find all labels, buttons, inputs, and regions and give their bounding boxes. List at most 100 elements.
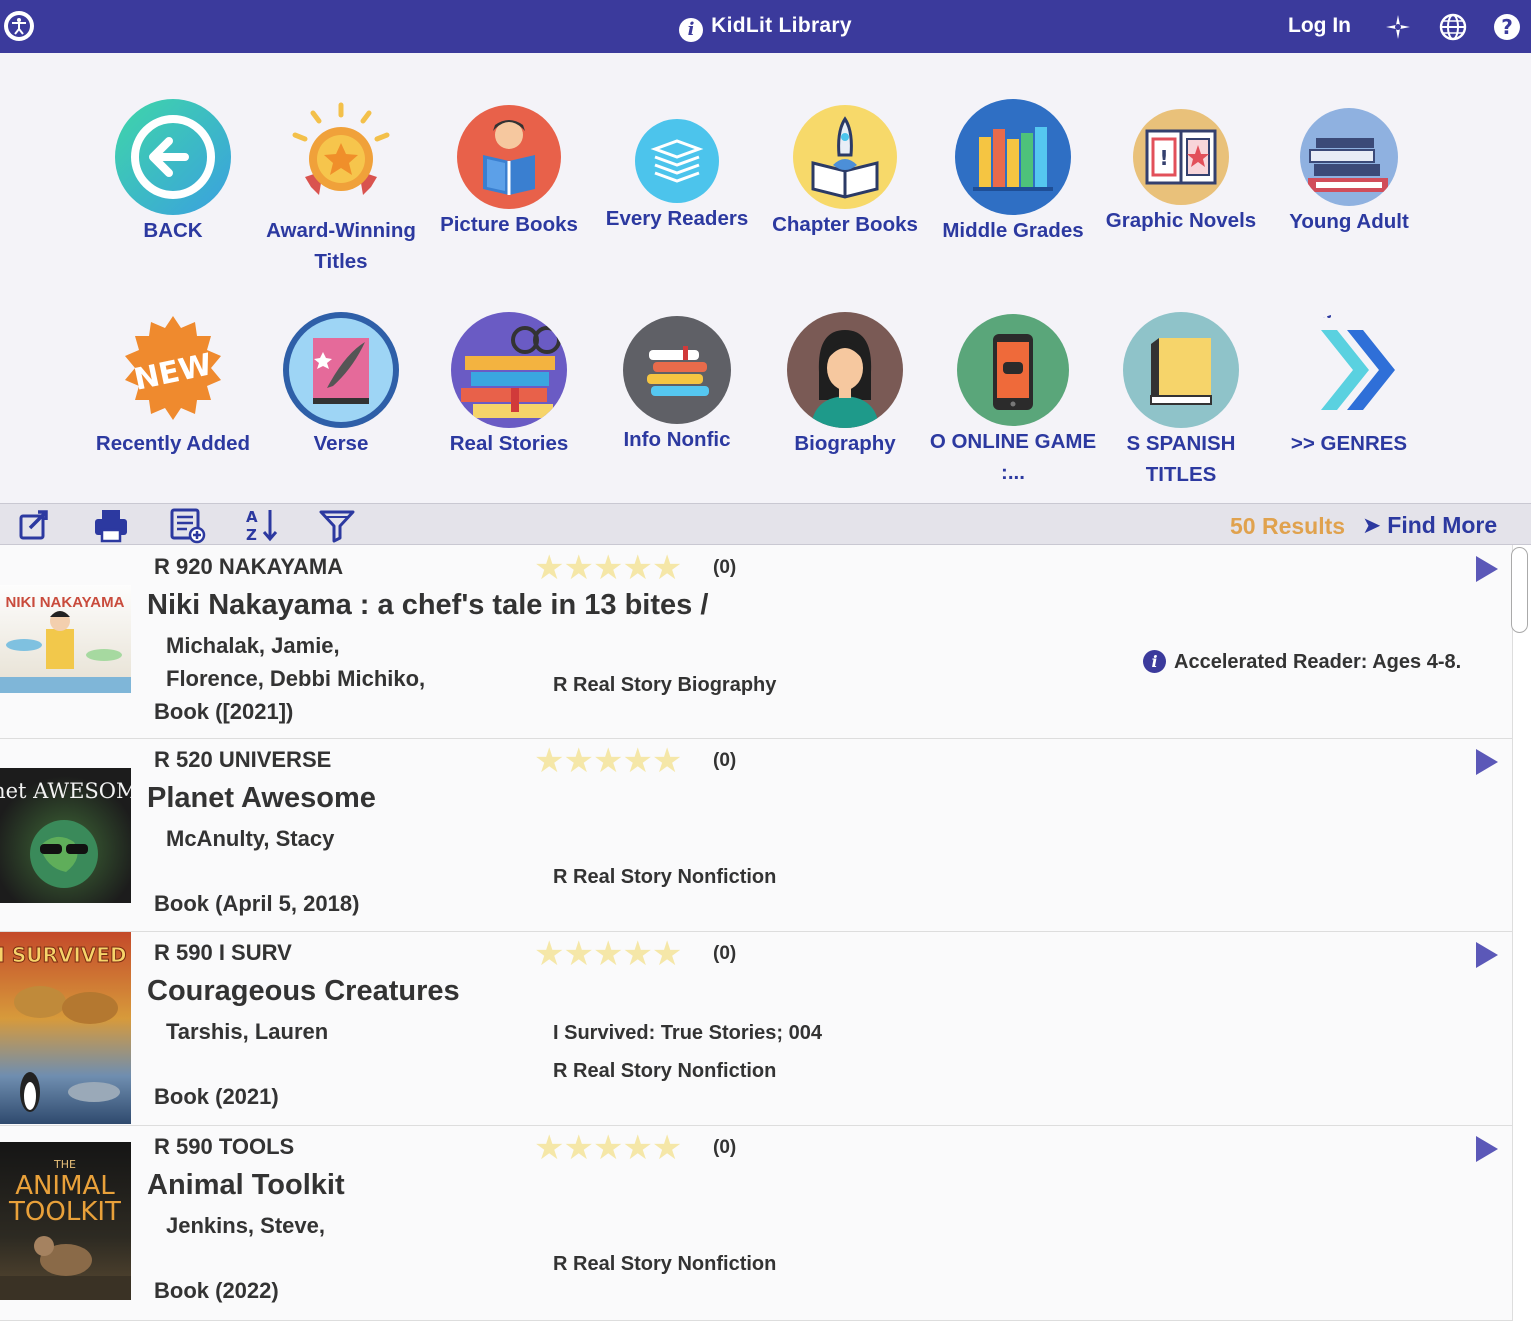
accelerated-reader-info[interactable]: i Accelerated Reader: Ages 4-8. xyxy=(1143,650,1461,674)
category-info-nonfic[interactable]: Info Nonfic xyxy=(593,312,761,455)
category-verse[interactable]: Verse xyxy=(257,312,425,459)
category-chapter-books[interactable]: Chapter Books xyxy=(761,99,929,240)
play-arrow-icon[interactable] xyxy=(1476,749,1498,775)
category-picture-books[interactable]: Picture Books xyxy=(425,99,593,240)
print-icon[interactable] xyxy=(92,506,130,544)
book-cover[interactable]: NIKI NAKAYAMA xyxy=(0,585,131,693)
comic-book-icon: ! xyxy=(1133,109,1229,205)
svg-text:!: ! xyxy=(1159,146,1168,170)
category-label: Real Stories xyxy=(449,432,569,455)
double-chevron-icon xyxy=(1291,312,1407,428)
stacked-books-icon xyxy=(1300,108,1398,206)
category-label: Graphic Novels xyxy=(1105,209,1257,232)
rocket-book-icon xyxy=(793,105,897,209)
category-genres[interactable]: >> GENRES xyxy=(1265,312,1433,459)
collection-label: R Real Story Nonfiction xyxy=(553,1060,777,1082)
category-label: Chapter Books xyxy=(772,213,918,236)
book-title[interactable]: Courageous Creatures xyxy=(147,975,460,1008)
author-name[interactable]: Florence, Debbi Michiko, xyxy=(166,662,425,695)
play-arrow-icon[interactable] xyxy=(1476,1136,1498,1162)
category-middle-grades[interactable]: Middle Grades xyxy=(929,99,1097,246)
child-reading-icon xyxy=(457,105,561,209)
book-title[interactable]: Niki Nakayama : a chef's tale in 13 bite… xyxy=(147,589,708,622)
rating-stars[interactable]: ★★★★★ xyxy=(534,551,682,585)
book-cover[interactable]: Planet AWESOME! xyxy=(0,768,131,903)
yellow-book-icon xyxy=(1123,312,1239,428)
category-label: Award-Winning Titles xyxy=(266,219,416,273)
call-number: R 590 I SURV xyxy=(154,940,292,965)
book-title[interactable]: Animal Toolkit xyxy=(147,1169,345,1202)
category-label: Verse xyxy=(313,432,369,455)
result-row[interactable]: NIKI NAKAYAMA R 920 NAKAYAMA ★★★★★ (0) N… xyxy=(0,545,1512,739)
add-list-icon[interactable] xyxy=(168,506,206,544)
category-graphic-novels[interactable]: ! Graphic Novels xyxy=(1097,99,1265,236)
phone-game-icon xyxy=(957,314,1069,426)
find-more-link[interactable]: ➤ Find More xyxy=(1362,512,1497,539)
author-name[interactable]: Michalak, Jamie, xyxy=(166,629,340,662)
info-books-icon xyxy=(623,316,731,424)
collection-label: R Real Story Nonfiction xyxy=(553,866,777,888)
author-name[interactable]: McAnulty, Stacy xyxy=(166,822,334,855)
rating-stars[interactable]: ★★★★★ xyxy=(534,744,682,778)
login-link[interactable]: Log In xyxy=(1288,14,1351,38)
top-bar: i KidLit Library Log In ? xyxy=(0,0,1531,53)
category-back[interactable]: BACK xyxy=(89,99,257,246)
globe-icon[interactable] xyxy=(1438,12,1468,42)
rating-count: (0) xyxy=(713,1137,737,1158)
result-row[interactable]: I SURVIVED R 590 I SURV ★★★★★ (0) Courag… xyxy=(0,932,1512,1126)
scrollbar-track[interactable] xyxy=(1512,545,1531,1321)
category-spanish-titles[interactable]: S SPANISH TITLES xyxy=(1097,312,1265,490)
info-icon[interactable]: i xyxy=(679,18,704,42)
category-real-stories[interactable]: Real Stories xyxy=(425,312,593,459)
series-label[interactable]: I Survived: True Stories; 004 xyxy=(553,1022,822,1045)
author-name[interactable]: Jenkins, Steve, xyxy=(166,1209,325,1242)
sort-az-icon[interactable]: AZ xyxy=(244,506,282,544)
sparkle-icon[interactable] xyxy=(1383,12,1413,42)
play-arrow-icon[interactable] xyxy=(1476,556,1498,582)
play-arrow-icon[interactable] xyxy=(1476,942,1498,968)
rating-stars[interactable]: ★★★★★ xyxy=(534,937,682,971)
category-young-adult[interactable]: Young Adult xyxy=(1265,99,1433,237)
info-icon: i xyxy=(1143,650,1166,673)
app-title-text: KidLit Library xyxy=(711,14,852,37)
category-every-readers[interactable]: Every Readers xyxy=(593,99,761,234)
help-icon[interactable]: ? xyxy=(1492,12,1522,42)
book-cover[interactable]: I SURVIVED xyxy=(0,932,131,1124)
share-icon[interactable] xyxy=(16,506,54,544)
author-name[interactable]: Tarshis, Lauren xyxy=(166,1015,328,1048)
arrow-right-icon: ➤ xyxy=(1362,512,1382,538)
results-count: 50 Results xyxy=(1230,513,1346,539)
accelerated-reader-text: Accelerated Reader: Ages 4-8. xyxy=(1174,651,1462,673)
collection-label: R Real Story Nonfiction xyxy=(553,1253,777,1275)
scrollbar-thumb[interactable] xyxy=(1511,547,1528,633)
format-label: Book ([2021]) xyxy=(154,699,294,724)
result-row[interactable]: THE ANIMAL TOOLKIT R 590 TOOLS ★★★★★ (0) A… xyxy=(0,1126,1512,1321)
category-recently-added[interactable]: NEW Recently Added xyxy=(89,312,257,459)
category-label: S SPANISH TITLES xyxy=(1126,432,1236,486)
category-award-winning[interactable]: Award-Winning Titles xyxy=(257,99,425,277)
award-medal-icon xyxy=(283,99,399,215)
category-label: Middle Grades xyxy=(942,219,1084,242)
svg-text:?: ? xyxy=(1501,15,1513,39)
filter-icon[interactable] xyxy=(318,506,356,544)
category-label: Picture Books xyxy=(440,213,578,236)
svg-text:Z: Z xyxy=(246,526,257,544)
category-label: Young Adult xyxy=(1289,210,1409,233)
category-biography[interactable]: Biography xyxy=(761,312,929,459)
svg-text:THE: THE xyxy=(53,1158,76,1171)
category-grid: BACK Award-Winning Titles Picture Books … xyxy=(0,53,1531,503)
book-cover[interactable]: THE ANIMAL TOOLKIT xyxy=(0,1142,131,1300)
rating-stars[interactable]: ★★★★★ xyxy=(534,1131,682,1165)
bookshelf-icon xyxy=(955,99,1071,215)
category-label: >> GENRES xyxy=(1290,432,1408,455)
back-arrow-icon xyxy=(115,99,231,215)
result-row[interactable]: Planet AWESOME! R 520 UNIVERSE ★★★★★ (0)… xyxy=(0,739,1512,932)
category-label: Every Readers xyxy=(605,207,749,230)
book-title[interactable]: Planet Awesome xyxy=(147,782,376,815)
person-portrait-icon xyxy=(787,312,903,428)
category-label: O ONLINE GAME :... xyxy=(929,430,1097,484)
category-online-game[interactable]: O ONLINE GAME :... xyxy=(929,312,1097,488)
book-stack-icon xyxy=(635,119,719,203)
svg-text:Planet AWESOME!: Planet AWESOME! xyxy=(0,779,131,803)
svg-text:A: A xyxy=(246,508,258,526)
